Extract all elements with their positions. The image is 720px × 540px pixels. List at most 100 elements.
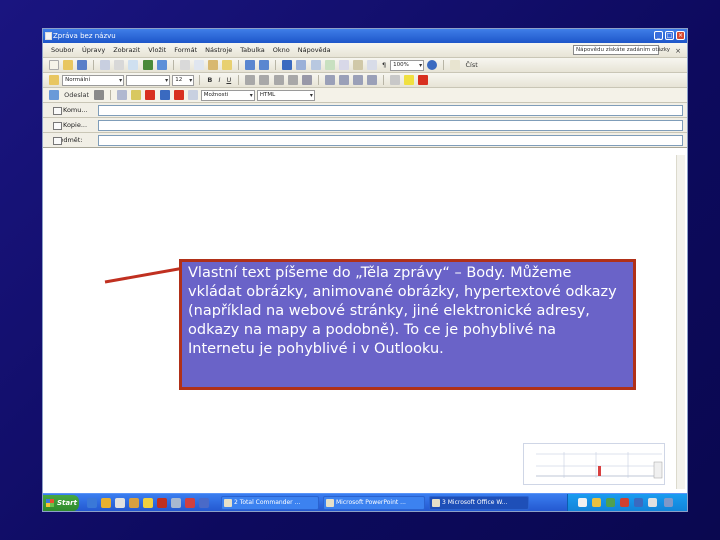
bold-icon[interactable]: B (207, 73, 212, 88)
word-icon[interactable] (171, 498, 181, 508)
options-icon[interactable] (187, 90, 198, 100)
importance-high-icon[interactable] (145, 90, 156, 100)
format-painter-icon[interactable] (222, 60, 233, 70)
antivirus-icon[interactable] (606, 498, 615, 507)
ie-icon[interactable] (87, 498, 97, 508)
align-right-icon[interactable] (273, 75, 284, 85)
folder-icon[interactable] (129, 498, 139, 508)
line-spacing-icon[interactable] (301, 75, 312, 85)
format-select[interactable]: HTML (256, 90, 315, 101)
cc-button[interactable]: Kopie... (51, 120, 95, 131)
show-formatting-icon[interactable]: ¶ (382, 58, 386, 73)
vertical-scrollbar[interactable] (676, 155, 685, 489)
task-word[interactable]: 3 Microsoft Office W... (429, 496, 529, 510)
powerpoint-icon[interactable] (185, 498, 195, 508)
task-powerpoint[interactable]: Microsoft PowerPoint ... (323, 496, 425, 510)
decrease-indent-icon[interactable] (352, 75, 363, 85)
open-folder-icon[interactable] (63, 60, 74, 70)
font-color-icon[interactable] (418, 75, 429, 85)
borders-icon[interactable] (390, 75, 401, 85)
subject-field[interactable] (98, 135, 683, 146)
menu-item-soubor[interactable]: Soubor (43, 43, 78, 58)
new-document-icon[interactable] (49, 60, 59, 70)
align-left-icon[interactable] (245, 75, 256, 85)
check-names-icon[interactable] (131, 90, 142, 100)
increase-indent-icon[interactable] (367, 75, 378, 85)
close-document-icon[interactable]: × (675, 44, 681, 59)
network-icon[interactable] (578, 498, 587, 507)
alert-icon[interactable] (620, 498, 629, 507)
volume-icon[interactable] (634, 498, 643, 507)
window-titlebar[interactable]: Zpráva bez názvu _ □ × (43, 29, 687, 43)
network-monitor-graph (523, 443, 665, 485)
read-mode-icon[interactable] (450, 60, 461, 70)
menu-item-vlozit[interactable]: Vložit (144, 43, 170, 58)
numbering-icon[interactable] (324, 75, 335, 85)
desktop-icon[interactable] (115, 498, 125, 508)
cut-icon[interactable] (179, 60, 190, 70)
hyperlink-icon[interactable] (282, 60, 293, 70)
columns-icon[interactable] (338, 60, 349, 70)
minimize-icon[interactable]: _ (654, 31, 663, 40)
close-icon[interactable]: × (676, 31, 685, 40)
insert-excel-icon[interactable] (324, 60, 335, 70)
menu-item-zobrazit[interactable]: Zobrazit (109, 43, 144, 58)
document-map-icon[interactable] (366, 60, 377, 70)
read-button[interactable]: Číst (465, 58, 477, 73)
copy-icon[interactable] (193, 60, 204, 70)
print-preview-icon[interactable] (128, 60, 139, 70)
language-icon[interactable] (664, 498, 673, 507)
undo-icon[interactable] (245, 60, 256, 70)
address-book-icon[interactable] (117, 90, 128, 100)
start-button[interactable]: Start (43, 495, 79, 511)
drawing-icon[interactable] (352, 60, 363, 70)
redo-icon[interactable] (259, 60, 270, 70)
graph-scroll[interactable] (653, 461, 663, 479)
menu-item-napoveda[interactable]: Nápověda (294, 43, 335, 58)
maximize-icon[interactable]: □ (665, 31, 674, 40)
attach-icon[interactable] (94, 90, 105, 100)
italic-icon[interactable]: I (218, 73, 220, 88)
research-icon[interactable] (156, 60, 167, 70)
insert-table-icon[interactable] (310, 60, 321, 70)
styles-icon[interactable] (49, 75, 59, 85)
help-question-input[interactable]: Nápovědu získáte zadáním otázky (573, 45, 670, 55)
print-icon[interactable] (114, 60, 125, 70)
app-icon[interactable] (157, 498, 167, 508)
subject-row: Předmět: (43, 133, 687, 148)
flag-icon[interactable] (173, 90, 184, 100)
help-icon[interactable] (427, 60, 438, 70)
mail-icon[interactable] (199, 498, 209, 508)
menu-item-format[interactable]: Formát (170, 43, 201, 58)
to-field[interactable] (98, 105, 683, 116)
tables-borders-icon[interactable] (296, 60, 307, 70)
menu-item-nastroje[interactable]: Nástroje (201, 43, 236, 58)
permission-icon[interactable] (100, 60, 111, 70)
cc-field[interactable] (98, 120, 683, 131)
align-center-icon[interactable] (259, 75, 270, 85)
menu-item-tabulka[interactable]: Tabulka (236, 43, 269, 58)
explorer-icon[interactable] (101, 498, 111, 508)
outlook-icon[interactable] (143, 498, 153, 508)
bullets-icon[interactable] (338, 75, 349, 85)
to-button[interactable]: Komu... (51, 105, 95, 116)
highlight-icon[interactable] (404, 75, 415, 85)
menu-item-okno[interactable]: Okno (269, 43, 294, 58)
underline-icon[interactable]: U (226, 73, 231, 88)
paste-icon[interactable] (207, 60, 218, 70)
send-button[interactable]: Odeslat (64, 88, 89, 103)
importance-low-icon[interactable] (159, 90, 170, 100)
zoom-select[interactable]: 100% (390, 60, 425, 71)
menu-item-upravy[interactable]: Úpravy (78, 43, 109, 58)
justify-icon[interactable] (287, 75, 298, 85)
options-select[interactable]: Možnosti (200, 90, 255, 101)
save-icon[interactable] (77, 60, 88, 70)
font-size-select[interactable]: 12 (172, 75, 195, 86)
clock-icon[interactable] (648, 498, 657, 507)
send-icon[interactable] (49, 90, 59, 100)
spelling-icon[interactable] (142, 60, 153, 70)
style-select[interactable]: Normální (62, 75, 125, 86)
security-icon[interactable] (592, 498, 601, 507)
task-total-commander[interactable]: 2 Total Commander ... (221, 496, 319, 510)
font-family-select[interactable] (126, 75, 171, 86)
